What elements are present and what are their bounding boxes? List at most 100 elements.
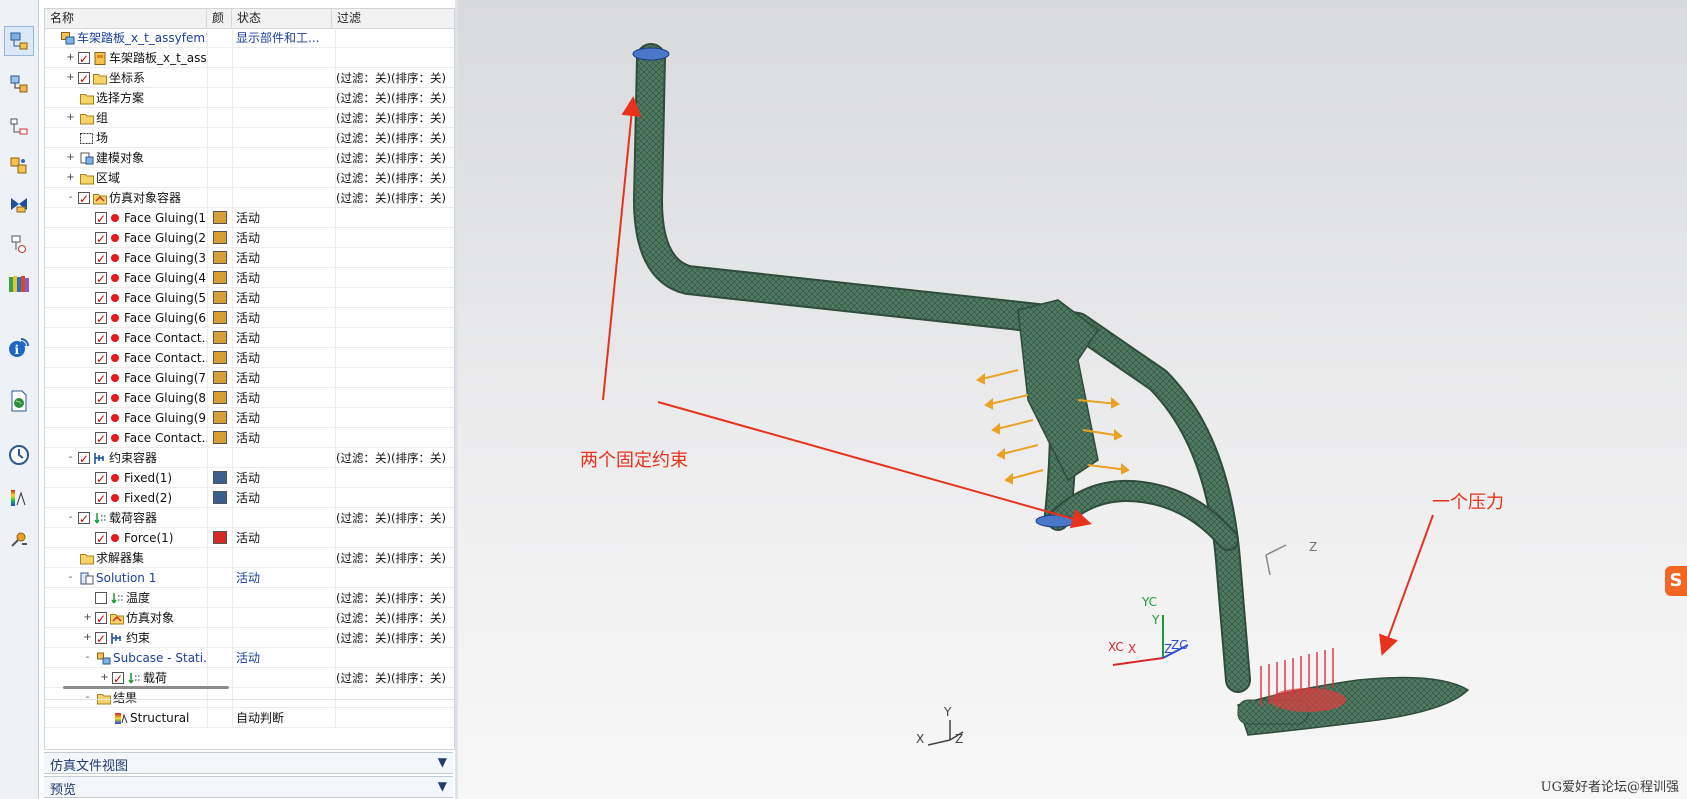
information-icon[interactable]: i (5, 333, 33, 361)
expand-icon[interactable]: + (66, 53, 75, 63)
visibility-checkbox[interactable] (95, 469, 107, 488)
tree-row[interactable]: Face Gluing(9) 活动 (45, 408, 454, 428)
tree-row[interactable]: + 建模对象 (过滤：关)(排序：关) (45, 148, 454, 168)
tree-row[interactable]: + 坐标系 (过滤：关)(排序：关) (45, 68, 454, 88)
assembly-navigator-icon[interactable] (5, 112, 33, 140)
tree-row[interactable]: - 结果 (45, 688, 454, 708)
sim-file-view-panel[interactable]: 仿真文件视图 ▼ (44, 752, 453, 774)
expand-icon[interactable]: + (100, 673, 109, 683)
tree-row[interactable]: Face Contact... 活动 (45, 428, 454, 448)
tree-row[interactable]: + 约束 (过滤：关)(排序：关) (45, 628, 454, 648)
tree-row[interactable]: - 载荷容器 (过滤：关)(排序：关) (45, 508, 454, 528)
tree-row[interactable]: Face Gluing(8) 活动 (45, 388, 454, 408)
visibility-checkbox[interactable] (78, 509, 90, 528)
color-swatch[interactable] (213, 211, 227, 224)
tree-row[interactable]: + 组 (过滤：关)(排序：关) (45, 108, 454, 128)
visibility-checkbox[interactable] (95, 409, 107, 428)
reuse-library-icon[interactable] (5, 230, 33, 258)
tree-row[interactable]: Fixed(1) 活动 (45, 468, 454, 488)
tree-row[interactable]: - 仿真对象容器 (过滤：关)(排序：关) (45, 188, 454, 208)
color-swatch[interactable] (213, 311, 227, 324)
collapse-icon[interactable]: - (66, 573, 75, 583)
color-swatch[interactable] (213, 231, 227, 244)
part-navigator-icon[interactable] (5, 152, 33, 180)
tree-row[interactable]: Face Gluing(3) 活动 (45, 248, 454, 268)
tree-row[interactable]: Force(1) 活动 (45, 528, 454, 548)
color-swatch[interactable] (213, 371, 227, 384)
sogou-ime-icon[interactable]: S (1665, 566, 1687, 596)
visibility-checkbox[interactable] (95, 349, 107, 368)
column-header-filter[interactable]: 过滤 (332, 9, 454, 28)
visibility-checkbox[interactable] (95, 629, 107, 648)
expand-icon[interactable]: + (66, 173, 75, 183)
preview-panel[interactable]: 预览 ▼ (44, 776, 453, 798)
history-icon[interactable] (5, 441, 33, 469)
collapse-icon[interactable]: - (83, 693, 92, 703)
constraint-navigator-icon[interactable] (5, 190, 33, 218)
roles-icon[interactable] (5, 270, 33, 298)
tree-row[interactable]: 场 (过滤：关)(排序：关) (45, 128, 454, 148)
visibility-checkbox[interactable] (95, 249, 107, 268)
color-swatch[interactable] (213, 471, 227, 484)
color-swatch[interactable] (213, 291, 227, 304)
color-swatch[interactable] (213, 251, 227, 264)
color-swatch[interactable] (213, 391, 227, 404)
visibility-checkbox[interactable] (78, 189, 90, 208)
visibility-checkbox[interactable] (112, 669, 124, 688)
simulation-navigator-icon[interactable] (4, 26, 34, 56)
color-swatch[interactable] (213, 431, 227, 444)
chevron-down-icon[interactable]: ▼ (438, 779, 447, 793)
tree-row[interactable]: - Solution 1 活动 (45, 568, 454, 588)
tree-row[interactable]: Face Gluing(1) 活动 (45, 208, 454, 228)
tree-row[interactable]: 求解器集 (过滤：关)(排序：关) (45, 548, 454, 568)
expand-icon[interactable]: + (66, 73, 75, 83)
visibility-checkbox[interactable] (95, 229, 107, 248)
tree-row[interactable]: 选择方案 (过滤：关)(排序：关) (45, 88, 454, 108)
color-swatch[interactable] (213, 491, 227, 504)
visibility-checkbox[interactable] (95, 592, 107, 604)
column-header-status[interactable]: 状态 (232, 9, 332, 28)
collapse-icon[interactable]: - (66, 513, 75, 523)
horizontal-scrollbar-thumb[interactable] (63, 686, 229, 689)
tree-row[interactable]: 车架踏板_x_t_assyfem1... 显示部件和工... (45, 28, 454, 48)
expand-icon[interactable]: + (83, 613, 92, 623)
visibility-checkbox[interactable] (95, 209, 107, 228)
chevron-down-icon[interactable]: ▼ (438, 755, 447, 769)
tree-row[interactable]: Face Gluing(2) 活动 (45, 228, 454, 248)
tree-row[interactable]: - Subcase - Stati... 活动 (45, 648, 454, 668)
fem-navigator-icon[interactable] (5, 70, 33, 98)
tree-row[interactable]: + 区域 (过滤：关)(排序：关) (45, 168, 454, 188)
visibility-checkbox[interactable] (95, 609, 107, 628)
system-scene-icon[interactable] (5, 525, 33, 553)
tree-row[interactable]: Face Gluing(6) 活动 (45, 308, 454, 328)
tree-row[interactable]: Face Contact... 活动 (45, 328, 454, 348)
visibility-checkbox[interactable] (95, 489, 107, 508)
visibility-checkbox[interactable] (95, 429, 107, 448)
tree-row[interactable]: Face Gluing(5) 活动 (45, 288, 454, 308)
visibility-checkbox[interactable] (95, 289, 107, 308)
tree-row[interactable]: + 载荷 (过滤：关)(排序：关) (45, 668, 454, 688)
color-swatch[interactable] (213, 531, 227, 544)
collapse-icon[interactable]: - (83, 653, 92, 663)
visibility-checkbox[interactable] (78, 69, 90, 88)
visibility-checkbox[interactable] (95, 389, 107, 408)
color-swatch[interactable] (213, 331, 227, 344)
tree-row[interactable]: - 约束容器 (过滤：关)(排序：关) (45, 448, 454, 468)
visibility-checkbox[interactable] (95, 329, 107, 348)
expand-icon[interactable]: + (83, 633, 92, 643)
tree-row[interactable]: + 仿真对象 (过滤：关)(排序：关) (45, 608, 454, 628)
model-view[interactable] (458, 0, 1687, 799)
visibility-checkbox[interactable] (78, 449, 90, 468)
visibility-checkbox[interactable] (95, 529, 107, 548)
color-swatch[interactable] (213, 411, 227, 424)
tree-row[interactable]: Fixed(2) 活动 (45, 488, 454, 508)
color-swatch[interactable] (213, 271, 227, 284)
collapse-icon[interactable]: - (66, 193, 75, 203)
web-browser-icon[interactable] (5, 387, 33, 415)
visibility-checkbox[interactable] (95, 309, 107, 328)
color-swatch[interactable] (213, 351, 227, 364)
expand-icon[interactable]: + (66, 113, 75, 123)
collapse-icon[interactable]: - (66, 453, 75, 463)
tree-row[interactable]: Face Gluing(4) 活动 (45, 268, 454, 288)
tree-row[interactable]: 温度 (过滤：关)(排序：关) (45, 588, 454, 608)
